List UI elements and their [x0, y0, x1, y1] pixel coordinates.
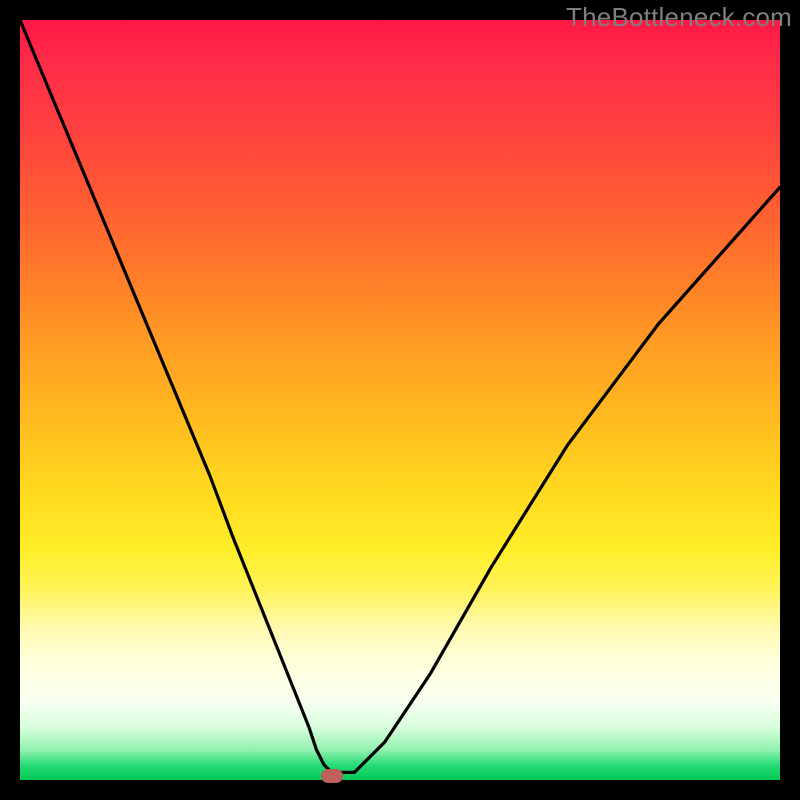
bottleneck-curve: [20, 20, 780, 772]
watermark-label: TheBottleneck.com: [566, 2, 792, 33]
plot-area: [20, 20, 780, 780]
curve-layer: [20, 20, 780, 780]
optimal-marker: [321, 769, 343, 783]
